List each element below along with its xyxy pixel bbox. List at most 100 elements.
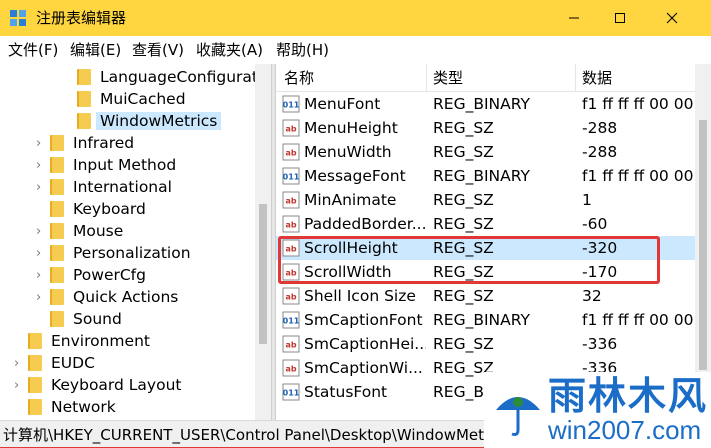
tree-item[interactable]: Sound	[36, 308, 122, 330]
svg-text:ab: ab	[285, 149, 296, 158]
menu-help[interactable]: 帮助(H)	[276, 41, 329, 59]
value-row[interactable]: ab MinAnimate REG_SZ 1	[276, 188, 696, 212]
tree-item-label: PowerCfg	[73, 266, 146, 284]
folder-icon	[50, 179, 64, 195]
value-data: -336	[582, 335, 618, 353]
key-tree[interactable]: LanguageConfiguratio MuiCached WindowMetri…	[0, 64, 271, 420]
watermark: 雨林木风 win2007.com	[484, 372, 711, 448]
title-bar[interactable]: 注册表编辑器	[0, 0, 711, 36]
tree-item-label: Keyboard Layout	[51, 376, 182, 394]
folder-icon	[50, 289, 64, 305]
svg-text:ab: ab	[285, 293, 296, 302]
tree-item[interactable]: Keyboard	[36, 198, 146, 220]
minimize-button[interactable]	[551, 0, 597, 36]
value-row[interactable]: ab MenuHeight REG_SZ -288	[276, 116, 696, 140]
value-type: REG_SZ	[433, 335, 494, 353]
value-data: -288	[582, 119, 618, 137]
column-divider[interactable]	[575, 64, 576, 92]
column-divider[interactable]	[426, 64, 427, 92]
folder-icon	[50, 135, 64, 151]
svg-text:011: 011	[283, 173, 300, 182]
value-data: -288	[582, 143, 618, 161]
tree-item-label: International	[73, 178, 172, 196]
tree-item[interactable]: › Personalization	[36, 242, 191, 264]
value-row[interactable]: 011 MenuFont REG_BINARY f1 ff ff ff 00 00 0	[276, 92, 702, 116]
list-scrollbar[interactable]	[695, 64, 711, 420]
chevron-right-icon[interactable]: ›	[14, 378, 28, 393]
value-data: -60	[582, 215, 608, 233]
tree-item[interactable]: › Keyboard Layout	[14, 374, 181, 396]
tree-item[interactable]: › Infrared	[36, 132, 134, 154]
value-row[interactable]: ab PaddedBorder... REG_SZ -60	[276, 212, 696, 236]
tree-item-label: Personalization	[73, 244, 191, 262]
value-type: REG_SZ	[433, 143, 494, 161]
chevron-right-icon[interactable]: ›	[36, 136, 50, 151]
menu-edit[interactable]: 编辑(E)	[70, 41, 121, 59]
folder-icon	[50, 245, 64, 261]
string-value-icon: ab	[282, 143, 300, 161]
tree-item-label: Mouse	[73, 222, 124, 240]
menu-view[interactable]: 查看(V)	[132, 41, 184, 59]
tree-item-label: Network	[51, 398, 116, 416]
string-value-icon: ab	[282, 335, 300, 353]
tree-item-label: EUDC	[51, 354, 95, 372]
tree-item[interactable]: › Mouse	[36, 220, 123, 242]
menu-favorites[interactable]: 收藏夹(A)	[196, 41, 263, 59]
string-value-icon: ab	[282, 359, 300, 377]
chevron-right-icon[interactable]: ›	[36, 268, 50, 283]
column-header-data[interactable]: 数据	[582, 69, 612, 87]
binary-value-icon: 011	[282, 311, 300, 329]
close-button[interactable]	[649, 0, 695, 36]
value-row[interactable]: 011 MessageFont REG_BINARY f1 ff ff ff 00 0…	[276, 164, 702, 188]
chevron-right-icon[interactable]: ›	[36, 246, 50, 261]
tree-item[interactable]: WindowMetrics	[63, 110, 222, 132]
chevron-right-icon[interactable]: ›	[36, 180, 50, 195]
value-type: REG_SZ	[433, 119, 494, 137]
svg-text:ab: ab	[285, 197, 296, 206]
chevron-right-icon[interactable]: ›	[36, 224, 50, 239]
value-type: REG_SZ	[433, 287, 494, 305]
tree-item-label: Environment	[51, 332, 150, 350]
tree-item[interactable]: MuiCached	[63, 88, 186, 110]
chevron-right-icon[interactable]: ›	[36, 158, 50, 173]
status-path: 计算机\HKEY_CURRENT_USER\Control Panel\Desk…	[3, 426, 485, 444]
value-row[interactable]: ab Shell Icon Size REG_SZ 32	[276, 284, 696, 308]
value-name: StatusFont	[304, 383, 388, 401]
umbrella-logo-icon	[496, 397, 540, 436]
folder-icon	[77, 91, 91, 107]
folder-icon	[28, 377, 42, 393]
tree-item[interactable]: Network	[14, 396, 116, 418]
tree-item[interactable]: Environment	[14, 330, 150, 352]
binary-value-icon: 011	[282, 95, 300, 113]
value-name: SmCaptionWi...	[304, 359, 423, 377]
tree-item[interactable]: › PowerCfg	[36, 264, 146, 286]
folder-icon	[28, 333, 42, 349]
tree-item[interactable]: › International	[36, 176, 172, 198]
tree-item[interactable]: › Quick Actions	[36, 286, 178, 308]
folder-icon	[77, 69, 91, 85]
svg-text:ab: ab	[285, 365, 296, 374]
maximize-button[interactable]	[597, 0, 643, 36]
tree-item[interactable]: LanguageConfiguratio	[63, 66, 271, 88]
column-header-type[interactable]: 类型	[433, 69, 463, 87]
chevron-right-icon[interactable]: ›	[36, 290, 50, 305]
maximize-icon	[615, 13, 625, 23]
tree-item[interactable]: › Input Method	[36, 154, 176, 176]
value-data: 32	[582, 287, 602, 305]
column-header-name[interactable]: 名称	[284, 69, 314, 87]
tree-item[interactable]: › EUDC	[14, 352, 95, 374]
value-row[interactable]: 011 SmCaptionFont REG_BINARY f1 ff ff ff 00…	[276, 308, 702, 332]
tree-scrollbar[interactable]	[255, 64, 271, 420]
menu-file[interactable]: 文件(F)	[8, 41, 58, 59]
value-row[interactable]: ab MenuWidth REG_SZ -288	[276, 140, 696, 164]
value-row[interactable]: ab SmCaptionHei... REG_SZ -336	[276, 332, 696, 356]
value-type: REG_BINARY	[433, 311, 530, 329]
chevron-right-icon[interactable]: ›	[14, 356, 28, 371]
tree-item-label: WindowMetrics	[96, 112, 222, 130]
list-scrollbar-thumb[interactable]	[699, 120, 707, 370]
value-name: SmCaptionHei...	[304, 335, 426, 353]
value-name: MenuWidth	[304, 143, 392, 161]
tree-scrollbar-thumb[interactable]	[259, 204, 267, 344]
value-name: MessageFont	[304, 167, 406, 185]
tree-item-label: Sound	[73, 310, 122, 328]
